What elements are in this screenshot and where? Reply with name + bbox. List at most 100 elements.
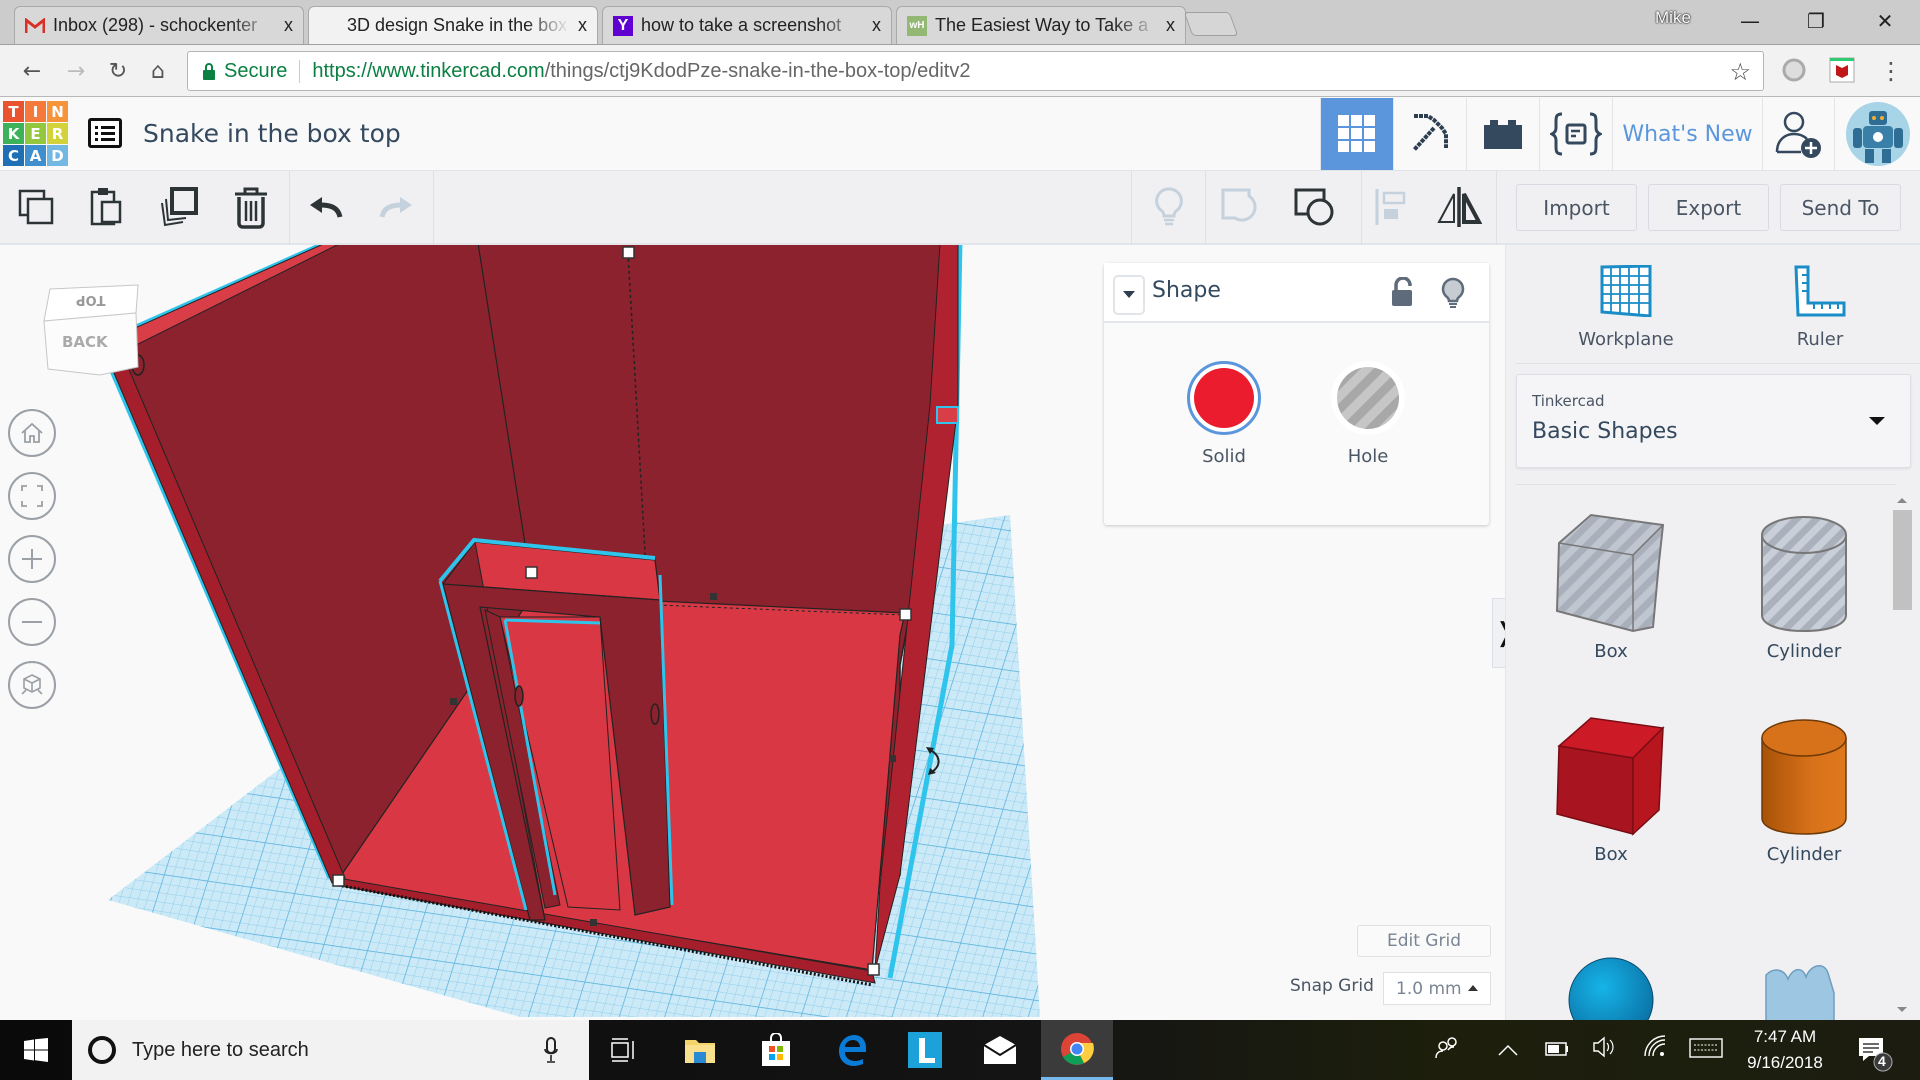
tinkercad-logo[interactable]: T I N K E R C A D: [3, 101, 69, 167]
design-title[interactable]: Snake in the box top: [143, 119, 401, 148]
shape-cylinder-hole[interactable]: Cylinder: [1724, 507, 1884, 662]
chrome-taskbar-button[interactable]: [1041, 1020, 1113, 1080]
wifi-icon[interactable]: [1643, 1034, 1667, 1063]
edit-grid-button[interactable]: Edit Grid: [1357, 925, 1491, 957]
ortho-perspective-button[interactable]: [8, 661, 56, 709]
design-list-icon[interactable]: [88, 118, 122, 148]
shape-box-solid[interactable]: Box: [1531, 710, 1691, 865]
hide-button[interactable]: [1441, 277, 1465, 313]
tab-gmail[interactable]: Inbox (298) - schockenter x: [14, 6, 304, 44]
resize-handle[interactable]: [525, 566, 538, 579]
collapse-panel-button[interactable]: [1113, 275, 1145, 315]
shapes-scrollbar[interactable]: [1891, 490, 1914, 1020]
bookmark-star-icon[interactable]: ☆: [1729, 58, 1751, 87]
microphone-icon[interactable]: [543, 1037, 559, 1063]
l-app-button[interactable]: [905, 1030, 945, 1070]
add-user-button[interactable]: [1762, 98, 1834, 170]
resize-handle[interactable]: [590, 919, 597, 926]
address-bar[interactable]: Secure https://www.tinkercad.com /things…: [187, 51, 1764, 91]
viewcube-top-label[interactable]: TOP: [76, 292, 105, 307]
resize-handle[interactable]: [889, 755, 896, 762]
ruler-tool[interactable]: Ruler: [1750, 265, 1890, 350]
undo-button[interactable]: [298, 179, 354, 235]
start-button[interactable]: [0, 1020, 72, 1080]
group-button[interactable]: [1214, 179, 1270, 235]
mail-button[interactable]: [980, 1030, 1020, 1070]
show-all-button[interactable]: [1141, 179, 1197, 235]
scrollbar-thumb[interactable]: [1893, 510, 1912, 610]
profile-name[interactable]: Mike: [1655, 8, 1691, 28]
nav-bricks[interactable]: [1466, 98, 1539, 170]
people-icon[interactable]: [1434, 1036, 1460, 1065]
forward-button[interactable]: →: [60, 55, 92, 87]
action-center-button[interactable]: 4: [1855, 1034, 1895, 1074]
tab-tinkercad[interactable]: 3D design Snake in the box x: [308, 6, 598, 44]
home-view-button[interactable]: [8, 409, 56, 457]
paste-button[interactable]: [78, 179, 134, 235]
reload-button[interactable]: ↻: [102, 55, 134, 87]
resize-handle[interactable]: [899, 608, 912, 621]
keyboard-icon[interactable]: [1689, 1038, 1723, 1063]
view-cube[interactable]: TOP BACK: [38, 281, 148, 381]
resize-handle[interactable]: [332, 874, 345, 887]
zoom-in-button[interactable]: [8, 535, 56, 583]
system-clock[interactable]: 7:47 AM 9/16/2018: [1730, 1024, 1840, 1076]
resize-handle[interactable]: [710, 593, 717, 600]
zoom-out-button[interactable]: [8, 598, 56, 646]
tab-wikihow[interactable]: wH The Easiest Way to Take a x: [896, 6, 1186, 44]
shape-scribble[interactable]: [1724, 945, 1884, 1020]
restore-button[interactable]: ❐: [1796, 6, 1836, 36]
shape-sphere[interactable]: [1531, 950, 1691, 1020]
shape-box-hole[interactable]: Box: [1531, 507, 1691, 662]
tab-yahoo[interactable]: Y how to take a screenshot x: [602, 6, 892, 44]
nav-blocks[interactable]: [1393, 98, 1466, 170]
lock-button[interactable]: [1390, 276, 1414, 311]
snap-grid-select[interactable]: 1.0 mm: [1383, 972, 1491, 1005]
taskbar-search[interactable]: Type here to search: [72, 1020, 589, 1080]
store-button[interactable]: [756, 1030, 796, 1070]
workplane-tool[interactable]: Workplane: [1556, 264, 1696, 350]
nav-codeblocks[interactable]: [1539, 98, 1612, 170]
tab-close-icon[interactable]: x: [578, 15, 587, 36]
send-to-button[interactable]: Send To: [1780, 184, 1901, 231]
whats-new-link[interactable]: What's New: [1612, 98, 1762, 170]
fit-all-button[interactable]: [8, 472, 56, 520]
show-hidden-icons-button[interactable]: [1498, 1040, 1518, 1061]
edge-button[interactable]: [832, 1030, 872, 1070]
scroll-down-icon[interactable]: [1891, 1004, 1914, 1016]
back-button[interactable]: ←: [16, 55, 48, 87]
minimize-button[interactable]: —: [1730, 6, 1770, 36]
nav-3d-design[interactable]: [1320, 98, 1393, 170]
battery-icon[interactable]: [1545, 1040, 1569, 1061]
toolbar-divider: [1131, 171, 1132, 245]
delete-button[interactable]: [223, 179, 279, 235]
chrome-menu-icon[interactable]: ⋮: [1878, 57, 1904, 85]
resize-handle[interactable]: [867, 963, 880, 976]
mcafee-extension-icon[interactable]: [1829, 57, 1855, 83]
tab-close-icon[interactable]: x: [872, 15, 881, 36]
volume-icon[interactable]: [1592, 1036, 1616, 1063]
user-avatar[interactable]: [1834, 98, 1920, 170]
viewcube-back-label[interactable]: BACK: [62, 333, 108, 351]
export-button[interactable]: Export: [1648, 184, 1769, 231]
shape-cylinder-solid[interactable]: Cylinder: [1724, 710, 1884, 865]
import-button[interactable]: Import: [1516, 184, 1637, 231]
redo-button[interactable]: [368, 179, 424, 235]
ungroup-button[interactable]: [1287, 179, 1343, 235]
tab-close-icon[interactable]: x: [1166, 15, 1175, 36]
copy-button[interactable]: [8, 179, 64, 235]
shape-library-select[interactable]: Tinkercad Basic Shapes: [1516, 374, 1911, 468]
file-explorer-button[interactable]: [680, 1030, 720, 1070]
new-tab-button[interactable]: [1183, 12, 1239, 36]
scroll-up-icon[interactable]: [1891, 494, 1914, 506]
extension-circle-icon[interactable]: [1781, 57, 1807, 83]
close-window-button[interactable]: ✕: [1865, 6, 1905, 36]
tab-close-icon[interactable]: x: [284, 15, 293, 36]
duplicate-button[interactable]: [150, 179, 206, 235]
home-button[interactable]: ⌂: [142, 55, 174, 87]
resize-handle[interactable]: [622, 246, 635, 259]
resize-handle[interactable]: [450, 698, 457, 705]
mirror-button[interactable]: [1431, 179, 1487, 235]
align-button[interactable]: [1362, 179, 1418, 235]
task-view-button[interactable]: [604, 1030, 644, 1070]
